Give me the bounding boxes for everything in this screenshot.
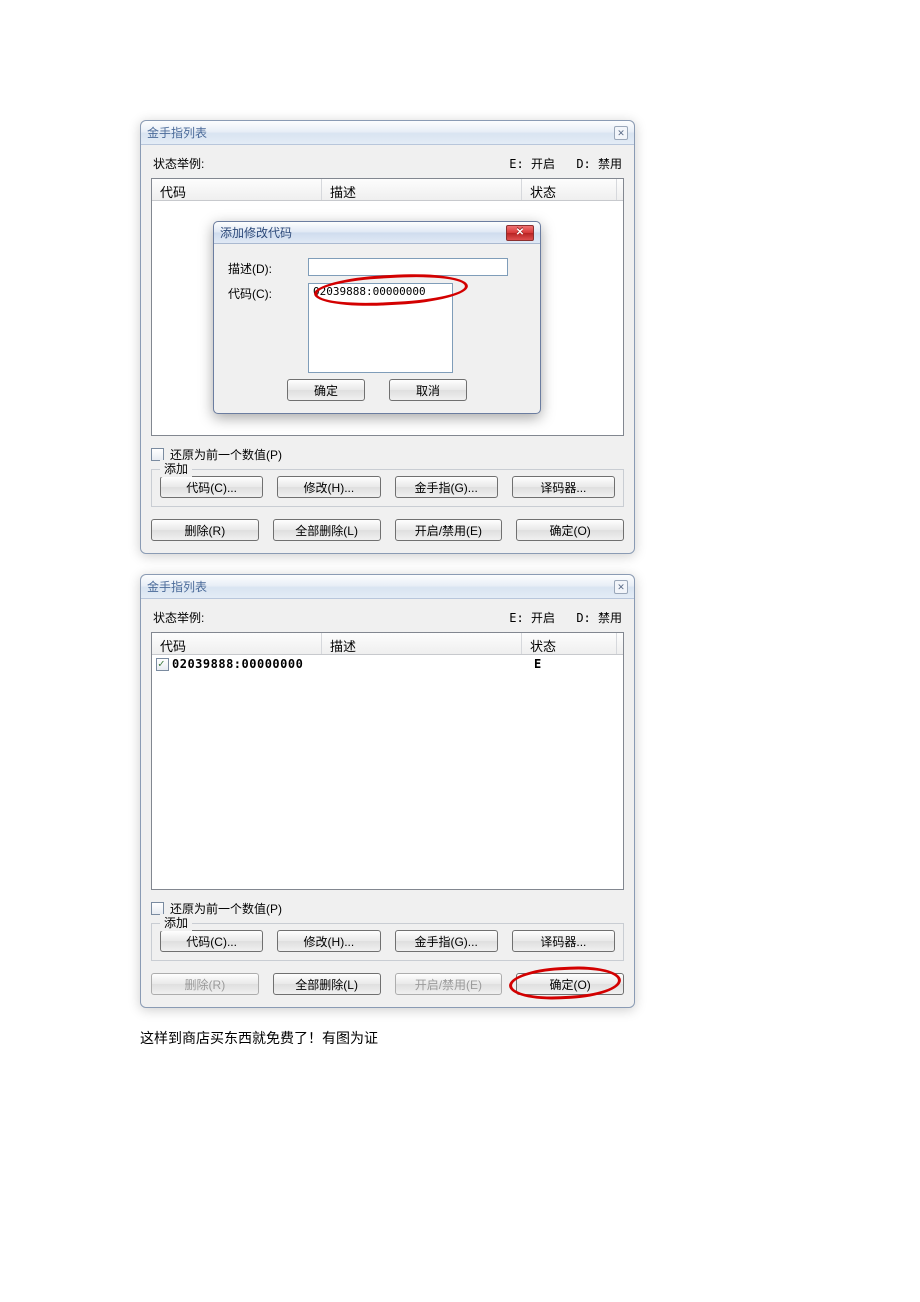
status-d: D: 禁用 <box>576 157 622 171</box>
popup-ok-button[interactable]: 确定 <box>287 379 365 401</box>
popup-title: 添加修改代码 <box>220 224 292 241</box>
status-label: 状态举例: <box>153 155 491 172</box>
table-header: 代码 描述 状态 <box>152 179 623 201</box>
popup-titlebar[interactable]: 添加修改代码 ✕ <box>214 222 540 244</box>
add-cheat-button[interactable]: 金手指(G)... <box>395 930 498 952</box>
close-icon: ✕ <box>614 126 628 140</box>
add-group: 添加 代码(C)... 修改(H)... 金手指(G)... 译码器... <box>151 469 624 507</box>
code-field-label: 代码(C): <box>228 283 298 302</box>
add-modify-button[interactable]: 修改(H)... <box>277 476 380 498</box>
add-modify-button[interactable]: 修改(H)... <box>277 930 380 952</box>
delete-button: 删除(R) <box>151 973 259 995</box>
close-icon: ✕ <box>516 227 524 238</box>
toggle-button[interactable]: 开启/禁用(E) <box>395 519 503 541</box>
add-cheat-button[interactable]: 金手指(G)... <box>395 476 498 498</box>
header-state[interactable]: 状态 <box>522 179 617 200</box>
add-group: 添加 代码(C)... 修改(H)... 金手指(G)... 译码器... <box>151 923 624 961</box>
cheat-list-window-2: 金手指列表 ✕ 状态举例: E: 开启 D: 禁用 代码 描述 状态 <box>140 574 635 1008</box>
status-e: E: 开启 <box>509 611 555 625</box>
ok-button[interactable]: 确定(O) <box>516 519 624 541</box>
table-body[interactable]: 02039888:00000000 E <box>152 655 623 889</box>
status-label: 状态举例: <box>153 609 491 626</box>
ok-button[interactable]: 确定(O) <box>516 973 624 995</box>
status-legend: 状态举例: E: 开启 D: 禁用 <box>151 153 624 178</box>
delete-button[interactable]: 删除(R) <box>151 519 259 541</box>
status-e: E: 开启 <box>509 157 555 171</box>
add-decoder-button[interactable]: 译码器... <box>512 930 615 952</box>
caption-text: 这样到商店买东西就免费了！有图为证 <box>140 1028 780 1048</box>
restore-row[interactable]: 还原为前一个数值(P) <box>151 446 624 463</box>
table-header: 代码 描述 状态 <box>152 633 623 655</box>
window-title: 金手指列表 <box>147 578 207 595</box>
header-desc[interactable]: 描述 <box>322 179 522 200</box>
cheat-list-window-1: 金手指列表 ✕ 状态举例: E: 开启 D: 禁用 代码 描述 状态 <box>140 120 635 554</box>
close-icon: ✕ <box>614 580 628 594</box>
titlebar[interactable]: 金手指列表 ✕ <box>141 121 634 145</box>
add-decoder-button[interactable]: 译码器... <box>512 476 615 498</box>
row-checkbox[interactable] <box>156 658 169 671</box>
titlebar[interactable]: 金手指列表 ✕ <box>141 575 634 599</box>
add-legend: 添加 <box>160 914 192 931</box>
table-row[interactable]: 02039888:00000000 E <box>152 655 623 673</box>
desc-input[interactable] <box>308 258 508 276</box>
header-code[interactable]: 代码 <box>152 179 322 200</box>
row-code: 02039888:00000000 <box>172 657 322 671</box>
close-button[interactable]: ✕ <box>614 580 628 594</box>
header-state[interactable]: 状态 <box>522 633 617 654</box>
header-desc[interactable]: 描述 <box>322 633 522 654</box>
delete-all-button[interactable]: 全部删除(L) <box>273 519 381 541</box>
code-input[interactable] <box>308 283 453 373</box>
status-d: D: 禁用 <box>576 611 622 625</box>
add-code-button[interactable]: 代码(C)... <box>160 930 263 952</box>
desc-field-label: 描述(D): <box>228 258 298 277</box>
restore-row[interactable]: 还原为前一个数值(P) <box>151 900 624 917</box>
toggle-button: 开启/禁用(E) <box>395 973 503 995</box>
row-state: E <box>522 657 602 671</box>
cheat-table[interactable]: 代码 描述 状态 02039888:00000000 E <box>151 632 624 890</box>
delete-all-button[interactable]: 全部删除(L) <box>273 973 381 995</box>
close-button[interactable]: ✕ <box>614 126 628 140</box>
add-legend: 添加 <box>160 460 192 477</box>
header-code[interactable]: 代码 <box>152 633 322 654</box>
popup-close-button[interactable]: ✕ <box>506 225 534 241</box>
status-legend: 状态举例: E: 开启 D: 禁用 <box>151 607 624 632</box>
window-title: 金手指列表 <box>147 124 207 141</box>
popup-cancel-button[interactable]: 取消 <box>389 379 467 401</box>
add-code-button[interactable]: 代码(C)... <box>160 476 263 498</box>
add-code-dialog: 添加修改代码 ✕ 描述(D): 代码(C): 确定 取消 <box>213 221 541 414</box>
